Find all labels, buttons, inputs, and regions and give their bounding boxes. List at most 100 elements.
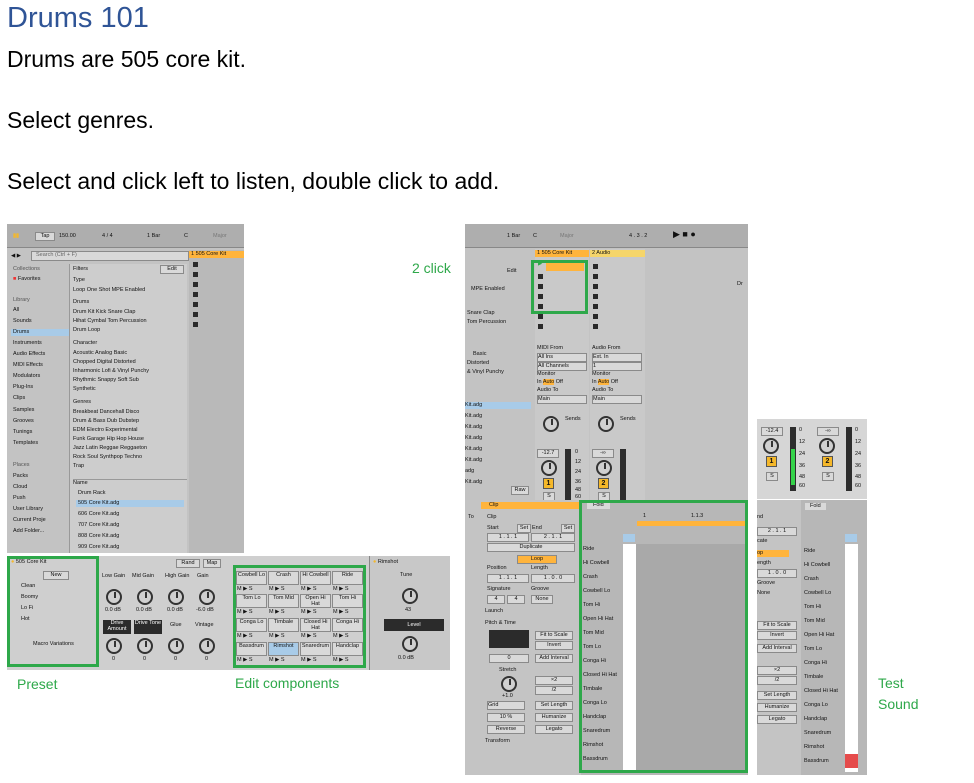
song-position[interactable]: 4 . 3 . 2 — [629, 233, 647, 240]
clip-slot[interactable] — [593, 324, 598, 329]
session-edit-button[interactable]: Edit — [507, 268, 516, 275]
length-field[interactable]: 1 . 0 . 0 — [531, 574, 575, 583]
clip-small-row[interactable]: Tom Hi — [804, 604, 821, 610]
invert-button[interactable]: Invert — [535, 641, 573, 650]
track-1-solo[interactable]: S — [543, 492, 555, 500]
fit-to-scale-button[interactable]: Fit to Scale — [535, 631, 573, 640]
clip-small-row[interactable]: Ride — [804, 548, 815, 554]
type-tags[interactable]: Loop One Shot MPE Enabled — [73, 287, 145, 294]
character-tags-row-2[interactable]: Chopped Digital Distorted — [73, 359, 136, 366]
track-1-activator[interactable]: 1 — [543, 478, 554, 489]
bassdrum-key-playing[interactable] — [845, 754, 858, 768]
track-2-solo[interactable]: S — [598, 492, 610, 500]
rand-button[interactable]: Rand — [176, 559, 200, 568]
audio-from-select[interactable]: Ext. In — [592, 353, 642, 362]
clip-small-fold-toggle[interactable] — [845, 534, 857, 542]
time-signature[interactable]: 4 / 4 — [102, 233, 113, 240]
sidebar-item-clips[interactable]: Clips — [13, 395, 25, 402]
character-tags-row-5[interactable]: Synthetic — [73, 386, 96, 393]
mixer-track-2-activator[interactable]: 2 — [822, 456, 833, 467]
session-kit-item[interactable]: Kit.adg — [465, 424, 482, 431]
start-field[interactable]: 1 . 1 . 1 — [487, 533, 529, 542]
session-tags-row[interactable]: Tom Percussion — [467, 319, 506, 326]
character-tags-row-3[interactable]: Inharmonic Lofi & Vinyl Punchy — [73, 368, 149, 375]
sidebar-item-user-library[interactable]: User Library — [13, 506, 43, 513]
clip-small-fit-to-scale[interactable]: Fit to Scale — [757, 621, 797, 630]
clip-slot[interactable] — [193, 312, 198, 317]
session-kit-item[interactable]: Kit.adg — [465, 413, 482, 420]
session-kit-item[interactable]: adg — [465, 468, 474, 475]
mixer-track-1-solo[interactable]: S — [766, 472, 778, 481]
sidebar-item-audio-effects[interactable]: Audio Effects — [13, 351, 45, 358]
loop-button[interactable]: Loop — [517, 555, 557, 564]
result-606-core-kit[interactable]: 606 Core Kit.adg — [78, 511, 119, 518]
send-knob[interactable] — [543, 416, 559, 432]
sidebar-item-sounds[interactable]: Sounds — [13, 318, 32, 325]
mixer-track-2-pan-knob[interactable] — [819, 438, 835, 454]
genre-tags-row-6[interactable]: Rock Soul Synthpop Techno — [73, 454, 142, 461]
clip-tab[interactable]: Clip — [481, 502, 579, 509]
launch-section[interactable]: Launch — [485, 608, 503, 615]
genre-tags-row-2[interactable]: Drum & Bass Dub Dubstep — [73, 418, 139, 425]
clip-small-humanize[interactable]: Humanize — [757, 703, 797, 712]
sidebar-item-modulators[interactable]: Modulators — [13, 373, 40, 380]
audio-to-select[interactable]: Main — [592, 395, 642, 404]
halve-button[interactable]: /2 — [535, 686, 573, 695]
scale-menu[interactable]: Major — [213, 233, 227, 240]
track-1-pan-knob[interactable] — [541, 460, 557, 476]
session-tags-row[interactable]: Distorted — [467, 360, 489, 367]
sidebar-item-drums[interactable]: Drums — [11, 329, 69, 336]
tap-button[interactable]: Tap — [35, 232, 55, 241]
mixer-track-1-pan-knob[interactable] — [763, 438, 779, 454]
track-1-title[interactable]: 1 505 Core Kit — [535, 250, 589, 257]
session-kit-item[interactable]: Kit.adg — [465, 457, 482, 464]
clip-small-row[interactable]: Snaredrum — [804, 730, 831, 736]
sig-denominator[interactable]: 4 — [507, 595, 525, 604]
drum-tags-row-3[interactable]: Drum Loop — [73, 327, 100, 334]
clip-small-row[interactable]: Timbale — [804, 674, 823, 680]
clip-slot[interactable] — [593, 294, 598, 299]
clip-small-row[interactable]: Tom Mid — [804, 618, 825, 624]
sidebar-item-push[interactable]: Push — [13, 495, 26, 502]
character-tags-row-1[interactable]: Acoustic Analog Basic — [73, 350, 127, 357]
clip-small-row[interactable]: Crash — [804, 576, 819, 582]
midi-from-select[interactable]: All Ins — [537, 353, 587, 362]
end-field[interactable]: 2 . 1 . 1 — [531, 533, 575, 542]
macro-knob-high-gain[interactable] — [168, 589, 184, 605]
session-tags-row[interactable]: & Vinyl Punchy — [467, 369, 504, 376]
bpm-field[interactable]: 150.00 — [59, 233, 76, 240]
monitor-options[interactable]: In Auto Off — [537, 379, 563, 386]
track-2-title[interactable]: 2 Audio — [590, 250, 645, 257]
sidebar-item-samples[interactable]: Samples — [13, 407, 34, 414]
clip-small-row[interactable]: Closed Hi Hat — [804, 688, 838, 694]
macro-knob-vintage[interactable] — [199, 638, 215, 654]
session-scale-menu[interactable]: Major — [560, 233, 574, 240]
clip-small-length-field[interactable]: 1 . 0 . 0 — [757, 569, 797, 578]
character-tags-row-4[interactable]: Rhythmic Snappy Soft Sub — [73, 377, 139, 384]
session-mpe-tag[interactable]: MPE Enabled — [471, 286, 505, 293]
sidebar-item-current-project[interactable]: Current Proje — [13, 517, 46, 524]
filters-edit-button[interactable]: Edit — [160, 265, 184, 274]
session-quantize-menu[interactable]: 1 Bar — [507, 233, 520, 240]
clip-slot[interactable] — [593, 304, 598, 309]
clip-slot[interactable] — [538, 314, 543, 319]
genre-tags-row-5[interactable]: Jazz Latin Reggae Reggaeton — [73, 445, 147, 452]
add-interval-button[interactable]: Add Interval — [535, 654, 573, 663]
macro-knob-drive-amount[interactable] — [106, 638, 122, 654]
macro-knob-glue[interactable] — [168, 638, 184, 654]
clip-small-loop[interactable]: op — [757, 550, 789, 557]
clip-small-end-field[interactable]: 2 . 1 . 1 — [757, 527, 797, 536]
sidebar-item-midi-effects[interactable]: MIDI Effects — [13, 362, 43, 369]
end-set-button[interactable]: Set — [561, 524, 575, 533]
legato-button[interactable]: Legato — [535, 725, 573, 734]
send-knob[interactable] — [598, 416, 614, 432]
genre-tags-row-3[interactable]: EDM Electro Experimental — [73, 427, 138, 434]
clip-small-double[interactable]: ×2 — [757, 666, 797, 675]
track-2-volume[interactable]: -∞ — [592, 449, 614, 458]
clip-small-invert[interactable]: Invert — [757, 631, 797, 640]
session-kit-item[interactable]: Kit.adg — [465, 435, 482, 442]
tune-knob[interactable] — [402, 588, 418, 604]
clip-small-piano-keys[interactable] — [845, 544, 858, 772]
track-2-activator[interactable]: 2 — [598, 478, 609, 489]
clip-slot[interactable] — [593, 264, 598, 269]
